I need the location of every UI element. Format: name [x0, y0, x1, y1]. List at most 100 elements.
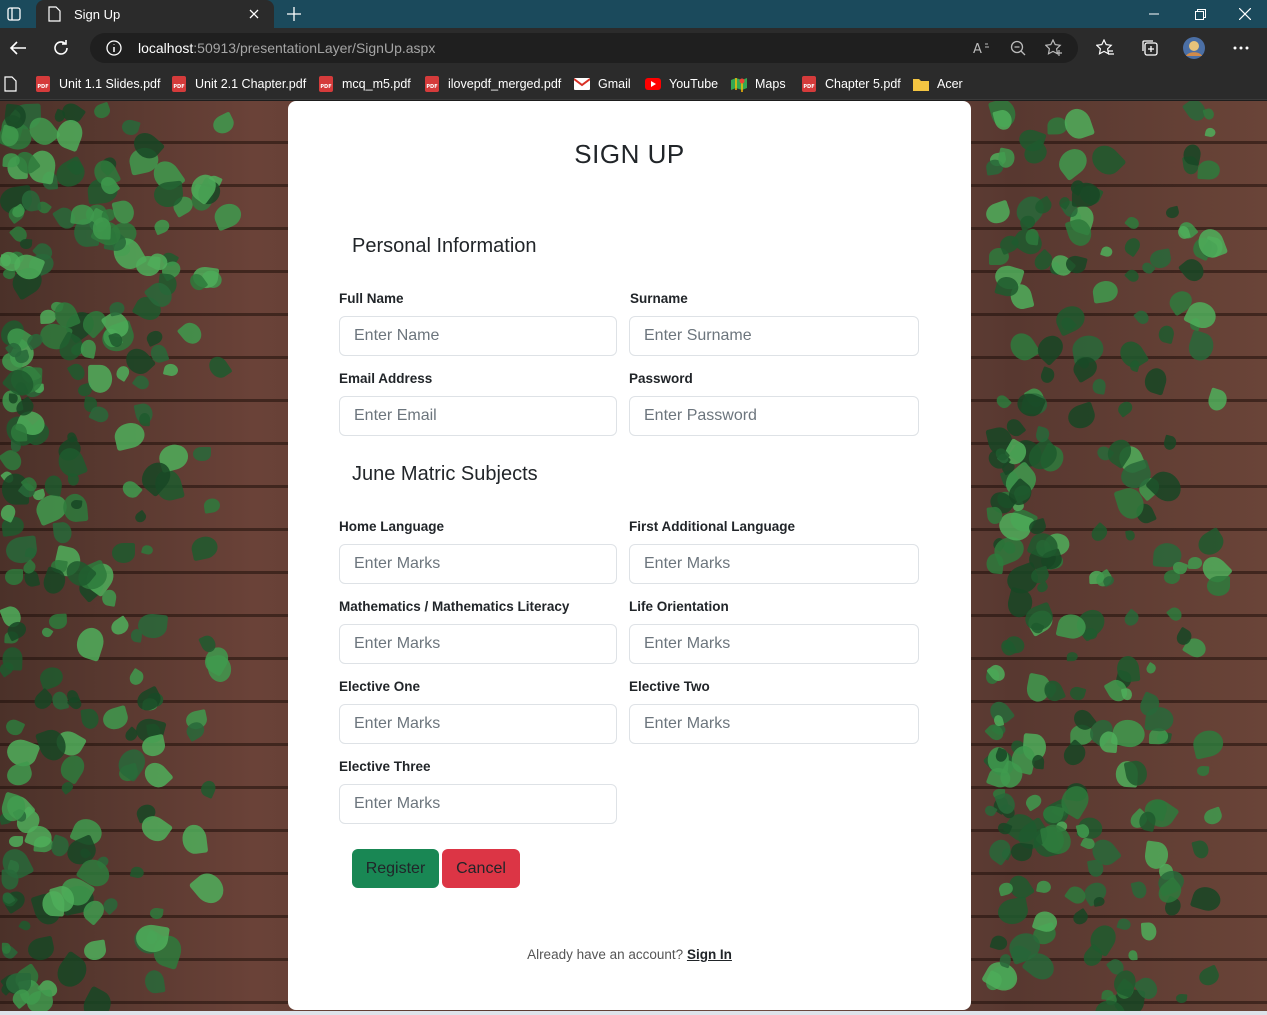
minimize-button[interactable]: [1131, 0, 1177, 28]
close-icon: [1239, 8, 1251, 20]
ivy-leaf: [1190, 883, 1224, 914]
ivy-leaf: [41, 890, 65, 918]
ivy-leaf: [127, 667, 147, 688]
browser-tab-active[interactable]: Sign Up: [36, 0, 274, 28]
life-orientation-input[interactable]: [629, 624, 919, 664]
restore-icon: [1194, 8, 1206, 20]
ivy-leaf: [52, 521, 73, 544]
back-button[interactable]: [4, 34, 32, 62]
collections-button[interactable]: [1136, 34, 1164, 62]
ivy-leaf: [25, 935, 56, 963]
ivy-leaf: [80, 707, 101, 730]
gmail-icon: [574, 76, 590, 92]
restore-button[interactable]: [1177, 0, 1223, 28]
bookmark-item[interactable]: Acer: [913, 74, 963, 94]
home-language-input[interactable]: [339, 544, 617, 584]
bookmark-item[interactable]: Unit 2.1 Chapter.pdf: [171, 74, 306, 94]
pdf-icon: [424, 76, 440, 92]
elective-three-label: Elective Three: [339, 759, 431, 774]
bookmarks-doc-icon[interactable]: [4, 74, 17, 94]
ivy-leaf: [995, 896, 1030, 927]
profile-avatar[interactable]: [1180, 34, 1208, 62]
new-tab-button[interactable]: [282, 2, 306, 26]
collections-icon: [1142, 40, 1158, 56]
bookmark-item[interactable]: mcq_m5.pdf: [318, 74, 411, 94]
pdf-icon: [801, 76, 817, 92]
ivy-leaf: [1190, 727, 1226, 760]
register-button[interactable]: Register: [352, 849, 439, 888]
bookmark-item[interactable]: YouTube: [645, 74, 718, 94]
ivy-leaf: [1052, 143, 1092, 182]
ivy-leaf: [1201, 806, 1224, 828]
signin-prompt: Already have an account? Sign In: [288, 947, 971, 962]
more-options-icon: [1233, 46, 1249, 50]
settings-menu-button[interactable]: [1227, 34, 1255, 62]
refresh-button[interactable]: [47, 34, 75, 62]
address-bar[interactable]: localhost:50913/presentationLayer/SignUp…: [90, 33, 1078, 63]
close-window-button[interactable]: [1222, 0, 1267, 28]
mathematics-input[interactable]: [339, 624, 617, 664]
surname-input[interactable]: [629, 316, 919, 356]
ivy-leaf: [1052, 302, 1090, 337]
ivy-leaf: [1194, 526, 1228, 560]
ivy-leaf: [985, 835, 1015, 867]
ivy-leaf: [993, 393, 1012, 411]
page-bottom-edge: [0, 1011, 1267, 1015]
ivy-leaf: [88, 364, 113, 393]
bookmark-item[interactable]: ilovepdf_merged.pdf: [424, 74, 561, 94]
email-input[interactable]: [339, 396, 617, 436]
ivy-leaf: [1121, 608, 1141, 629]
signin-prompt-text: Already have an account?: [527, 947, 684, 962]
ivy-leaf: [8, 835, 23, 848]
favorites-button[interactable]: [1091, 34, 1119, 62]
ivy-leaf: [1063, 882, 1089, 907]
first-additional-language-input[interactable]: [629, 544, 919, 584]
read-aloud-icon[interactable]: A: [972, 38, 992, 58]
ivy-leaf: [983, 199, 1013, 227]
bookmark-item[interactable]: Gmail: [574, 74, 631, 94]
ivy-leaf: [3, 716, 26, 738]
ivy-leaf: [1175, 993, 1188, 1004]
elective-one-input[interactable]: [339, 704, 617, 744]
site-info-icon: [106, 40, 122, 56]
cancel-button[interactable]: Cancel: [442, 849, 520, 888]
ivy-leaf: [151, 217, 172, 236]
ivy-leaf: [1115, 398, 1136, 418]
ivy-leaf: [1130, 880, 1148, 901]
ivy-leaf: [48, 613, 67, 629]
zoom-out-icon[interactable]: [1008, 38, 1028, 58]
password-input[interactable]: [629, 396, 919, 436]
signin-link[interactable]: Sign In: [687, 947, 732, 962]
elective-three-input[interactable]: [339, 784, 617, 824]
back-arrow-icon: [9, 41, 26, 55]
pdf-icon: [171, 76, 187, 92]
close-tab-icon[interactable]: [244, 4, 264, 24]
ivy-leaf: [1091, 279, 1120, 304]
ivy-leaf: [1124, 529, 1135, 541]
ivy-leaf: [133, 685, 164, 715]
elective-two-input[interactable]: [629, 704, 919, 744]
tab-actions-button[interactable]: [0, 0, 28, 28]
ivy-leaf: [1143, 705, 1175, 733]
bookmark-item[interactable]: Maps: [731, 74, 786, 94]
full-name-input[interactable]: [339, 316, 617, 356]
subjects-heading: June Matric Subjects: [352, 463, 538, 485]
ivy-leaf: [176, 318, 205, 348]
ivy-leaf: [18, 919, 32, 933]
bookmark-label: Chapter 5.pdf: [825, 77, 901, 91]
bookmark-item[interactable]: Unit 1.1 Slides.pdf: [35, 74, 160, 94]
bookmark-label: Acer: [937, 77, 963, 91]
ivy-leaf: [1086, 139, 1127, 180]
add-favorite-icon[interactable]: [1044, 38, 1064, 58]
ivy-leaf: [4, 568, 24, 585]
bookmark-item[interactable]: Chapter 5.pdf: [801, 74, 901, 94]
favorites-icon: [1096, 39, 1114, 55]
ivy-leaf: [1005, 328, 1042, 366]
email-label: Email Address: [339, 371, 433, 386]
mathematics-label: Mathematics / Mathematics Literacy: [339, 599, 570, 614]
ivy-leaf: [1197, 160, 1221, 181]
full-name-label: Full Name: [339, 291, 404, 306]
ivy-leaf: [1067, 651, 1079, 661]
surname-label: Surname: [630, 291, 688, 306]
ivy-leaf: [1117, 917, 1133, 932]
